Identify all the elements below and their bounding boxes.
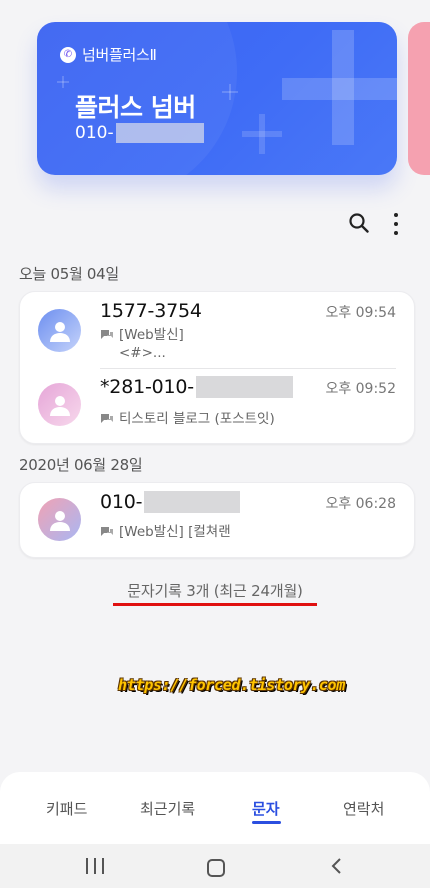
- message-preview: [Web발신] [컬쳐랜: [100, 523, 231, 541]
- tab-recents[interactable]: 최근기록: [140, 798, 195, 819]
- brand-label: 넘버플러스Ⅱ: [82, 46, 157, 64]
- avatar: [38, 498, 81, 541]
- card-title: 플러스 넘버: [75, 93, 196, 122]
- plus-decoration-icon: [222, 84, 238, 100]
- tab-keypad[interactable]: 키패드: [46, 798, 87, 819]
- home-icon[interactable]: [207, 859, 225, 877]
- system-navigation-bar: [0, 844, 430, 888]
- back-icon[interactable]: [330, 858, 344, 874]
- date-header: 오늘 05월 04일: [19, 265, 119, 283]
- masked-number: [115, 123, 204, 143]
- message-time: 오후 09:54: [325, 305, 396, 321]
- active-tab-indicator: [252, 821, 281, 824]
- message-group-card: 010- 오후 06:28 [Web발신] [컬쳐랜: [19, 482, 415, 558]
- chat-bubble-icon: [101, 527, 113, 536]
- message-preview: [Web발신] <#>...: [100, 326, 184, 362]
- phone-plus-icon: ✆: [60, 46, 76, 63]
- card-brand: ✆ 넘버플러스Ⅱ: [60, 44, 157, 65]
- preview-line: [Web발신]: [119, 327, 184, 343]
- avatar: [38, 383, 81, 426]
- tab-contacts[interactable]: 연락처: [343, 798, 384, 819]
- avatar: [38, 309, 81, 352]
- recents-icon[interactable]: [86, 858, 104, 874]
- date-header: 2020년 06월 28일: [19, 456, 143, 474]
- message-time: 오후 09:52: [325, 381, 396, 397]
- person-icon: [49, 321, 70, 342]
- message-count-summary: 문자기록 3개 (최근 24개월): [127, 582, 303, 600]
- message-preview: 티스토리 블로그 (포스트잇): [100, 410, 275, 428]
- tab-messages[interactable]: 문자: [252, 798, 280, 819]
- number-plus-card[interactable]: ✆ 넘버플러스Ⅱ 플러스 넘버 010-: [37, 22, 397, 175]
- message-time: 오후 06:28: [325, 496, 396, 512]
- card-number-prefix: 010-: [75, 123, 114, 143]
- search-icon[interactable]: [349, 213, 369, 233]
- red-underline-annotation: [113, 603, 317, 606]
- contact-name: *281-010-: [100, 376, 293, 398]
- contact-name: 010-: [100, 491, 241, 513]
- plus-decoration-icon: [242, 114, 282, 154]
- card-number: 010-: [75, 123, 204, 143]
- chat-bubble-icon: [101, 330, 113, 339]
- contact-name: 1577-3754: [100, 300, 202, 322]
- more-vertical-icon[interactable]: [392, 213, 400, 235]
- message-group-card: 1577-3754 오후 09:54 [Web발신] <#>... *281-0…: [19, 291, 415, 444]
- preview-line: [Web발신] [컬쳐랜: [119, 524, 231, 540]
- preview-line: 티스토리 블로그 (포스트잇): [119, 411, 275, 427]
- chat-bubble-icon: [101, 414, 113, 423]
- plus-decoration-icon: [282, 30, 397, 145]
- plus-decoration-icon: [57, 76, 69, 88]
- watermark: https://forced.tistory.com: [118, 676, 346, 694]
- person-icon: [49, 510, 70, 531]
- next-card-peek[interactable]: [408, 22, 430, 175]
- message-thread-row[interactable]: 1577-3754 오후 09:54 [Web발신] <#>...: [20, 292, 414, 368]
- preview-line: <#>...: [119, 345, 166, 361]
- message-thread-row[interactable]: *281-010- 오후 09:52 티스토리 블로그 (포스트잇): [20, 368, 414, 444]
- bottom-tab-bar: 키패드 최근기록 문자 연락처: [0, 772, 430, 844]
- message-thread-row[interactable]: 010- 오후 06:28 [Web발신] [컬쳐랜: [20, 483, 414, 557]
- person-icon: [49, 395, 70, 416]
